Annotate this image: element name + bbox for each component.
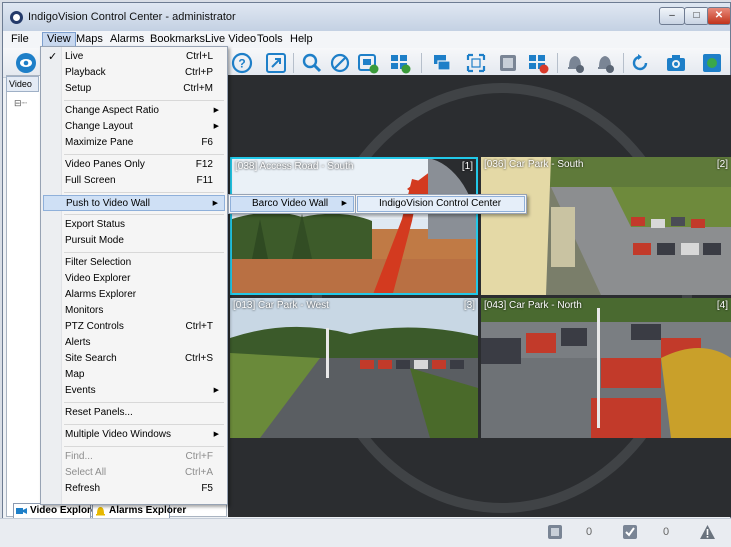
window-title: IndigoVision Control Center - administra… [28, 11, 236, 23]
menu-item-playback[interactable]: Playback Ctrl+P [43, 65, 225, 81]
menu-item-filter-selection[interactable]: Filter Selection [43, 255, 225, 271]
layout-remove-icon[interactable] [527, 52, 549, 74]
menu-item-change-layout[interactable]: Change Layout ▶ [43, 119, 225, 135]
expand-icon[interactable] [265, 52, 287, 74]
menu-file[interactable]: File [7, 32, 33, 47]
menu-item-video-explorer[interactable]: Video Explorer [43, 271, 225, 287]
menu-item-reset-panels[interactable]: Reset Panels... [43, 405, 225, 421]
view-menu: ✓ Live Ctrl+L Playback Ctrl+P Setup Ctrl+M C… [40, 46, 228, 505]
menu-item-export-status[interactable]: Export Status [43, 217, 225, 233]
status-count-2: 0 [663, 526, 670, 538]
alarm-status-icon [623, 525, 637, 539]
pane-3-label: [013] Car Park - West [233, 300, 329, 311]
refresh-icon[interactable] [629, 52, 651, 74]
maximize-button[interactable]: □ [684, 7, 709, 25]
layout-add-icon[interactable] [389, 52, 411, 74]
pane-1-index: [1] [461, 161, 473, 172]
minimize-button[interactable]: – [659, 7, 685, 25]
menu-item-maximize-pane[interactable]: Maximize Pane F6 [43, 135, 225, 151]
menu-item-alerts[interactable]: Alerts [43, 335, 225, 351]
svg-text:?: ? [238, 57, 245, 71]
monitor-icon[interactable] [431, 52, 453, 74]
pane-2-index: [2] [716, 159, 728, 170]
search-icon[interactable] [301, 52, 323, 74]
menu-item-site-search[interactable]: Site Search Ctrl+S [43, 351, 225, 367]
app-logo-icon [10, 11, 23, 24]
pane-3-index: [3] [463, 300, 475, 311]
camera-off-icon[interactable] [329, 52, 351, 74]
menu-alarms[interactable]: Alarms [106, 32, 148, 47]
video-pane-1[interactable]: [038] Access Road - South [1] [230, 157, 478, 295]
submenu-arrow-icon: ▶ [213, 431, 219, 438]
menu-item-alarms-explorer[interactable]: Alarms Explorer [43, 287, 225, 303]
video-pane-4[interactable]: [043] Car Park - North [4] [481, 298, 731, 438]
menu-help[interactable]: Help [286, 32, 317, 47]
menu-item-find: Find... Ctrl+F [65, 451, 213, 462]
menu-item-full-screen[interactable]: Full Screen F11 [43, 173, 225, 189]
menu-bookmarks[interactable]: Bookmarks [146, 32, 209, 47]
camera-icon[interactable] [665, 52, 687, 74]
menu-item-events[interactable]: Events ▶ [43, 383, 225, 399]
warning-icon[interactable] [699, 524, 716, 540]
submenu-arrow-icon: ▶ [213, 387, 219, 394]
tab-video-explorer[interactable]: Video Explorer [13, 503, 100, 519]
video-area: [038] Access Road - South [1] [036] Car … [228, 75, 731, 517]
menu-item-barco-video-wall[interactable]: Barco Video Wall ▶ [230, 196, 354, 212]
menu-item-monitors[interactable]: Monitors [43, 303, 225, 319]
menu-item-pursuit-mode[interactable]: Pursuit Mode [43, 233, 225, 249]
pane-2-label: [036] Car Park - South [484, 159, 584, 170]
video-explorer-icon [16, 508, 27, 514]
pane-4-label: [043] Car Park - North [484, 300, 582, 311]
menu-item-multiple-video-windows[interactable]: Multiple Video Windows ▶ [43, 427, 225, 443]
pane-1-label: [038] Access Road - South [235, 161, 354, 172]
alarm-ack-icon[interactable] [564, 52, 586, 74]
submenu-arrow-icon: ▶ [213, 107, 219, 114]
menu-live-video[interactable]: Live Video [201, 32, 260, 47]
menu-item-ptz-controls[interactable]: PTZ Controls Ctrl+T [43, 319, 225, 335]
snapshot-icon[interactable] [497, 52, 519, 74]
menu-item-push-to-video-wall[interactable]: Push to Video Wall ▶ [43, 195, 225, 211]
menu-maps[interactable]: Maps [72, 32, 107, 47]
live-view-icon[interactable] [15, 52, 37, 74]
menu-item-indigovision-control-center[interactable]: IndigoVision Control Center [357, 196, 525, 212]
menu-item-refresh[interactable]: Refresh F5 [43, 481, 225, 497]
menu-item-select-all: Select All Ctrl+A [65, 467, 213, 478]
panel-tab-video[interactable]: Video [6, 76, 39, 92]
video-pane-2[interactable]: [036] Car Park - South [2] [481, 157, 731, 295]
barco-submenu: IndigoVision Control Center [355, 194, 527, 214]
submenu-arrow-icon: ▶ [213, 123, 219, 130]
video-pane-3[interactable]: [013] Car Park - West [3] [230, 298, 478, 438]
tab-alarms-explorer[interactable]: Alarms Explorer [92, 503, 186, 519]
checkmark-icon: ✓ [48, 51, 58, 63]
pane-4-index: [4] [716, 300, 728, 311]
submenu-arrow-icon: ▶ [212, 200, 218, 207]
close-button[interactable]: ✕ [707, 7, 731, 25]
menu-item-live[interactable]: ✓ Live Ctrl+L [43, 49, 225, 65]
recording-status-icon [548, 525, 562, 539]
video-wall-icon[interactable] [701, 52, 723, 74]
menu-view[interactable]: View [42, 32, 76, 47]
menu-item-change-aspect-ratio[interactable]: Change Aspect Ratio ▶ [43, 103, 225, 119]
help-icon[interactable]: ? [231, 52, 253, 74]
menu-item-map[interactable]: Map [43, 367, 225, 383]
status-bar: 0 0 [0, 518, 731, 547]
status-count-1: 0 [586, 526, 593, 538]
tree-collapse-icon[interactable]: ⊟┈ [14, 98, 27, 109]
menu-item-video-panes-only[interactable]: Video Panes Only F12 [43, 157, 225, 173]
video-wall-submenu: Barco Video Wall ▶ [228, 194, 356, 214]
alarm-bell-icon [96, 507, 105, 516]
crop-icon[interactable] [465, 52, 487, 74]
submenu-arrow-icon: ▶ [341, 200, 347, 207]
alarm-clear-icon[interactable] [594, 52, 616, 74]
menu-item-setup[interactable]: Setup Ctrl+M [43, 81, 225, 97]
menu-tools[interactable]: Tools [253, 32, 287, 47]
record-add-icon[interactable] [357, 52, 379, 74]
title-bar: IndigoVision Control Center - administra… [3, 3, 731, 31]
